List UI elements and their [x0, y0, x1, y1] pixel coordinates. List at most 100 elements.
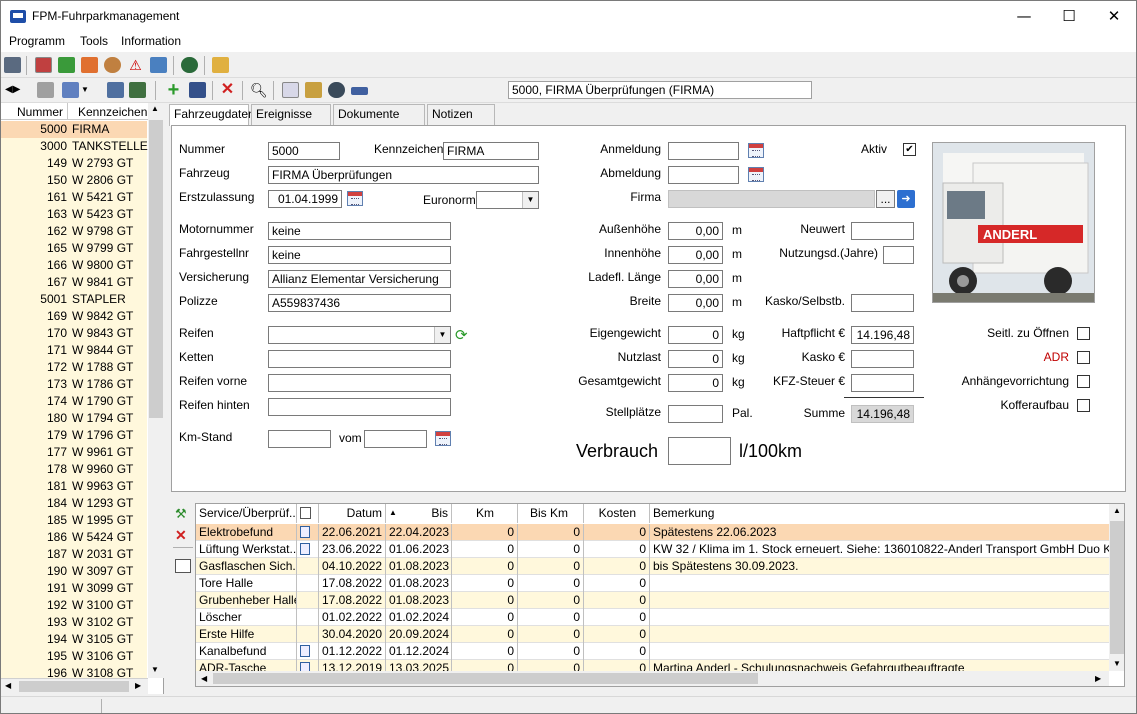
filter-dropdown-icon[interactable]: ▼	[81, 82, 98, 98]
list-item[interactable]: 170 W 9843 GT	[1, 325, 147, 342]
scroll-up-icon[interactable]: ▲	[1113, 506, 1121, 515]
list-item[interactable]: 165 W 9799 GT	[1, 240, 147, 257]
cell-doc[interactable]	[297, 592, 319, 609]
refresh-icon[interactable]: ⟳	[455, 327, 468, 343]
scroll-right-icon[interactable]: ▶	[1095, 674, 1101, 683]
calendar-icon[interactable]	[435, 431, 451, 446]
scroll-thumb[interactable]	[149, 120, 163, 418]
versicherung-field[interactable]: Allianz Elementar Versicherung	[268, 270, 451, 288]
copy-service-icon[interactable]	[175, 559, 191, 573]
scroll-thumb[interactable]	[1110, 521, 1124, 654]
verbrauch-field[interactable]	[668, 437, 731, 465]
cell-doc[interactable]	[297, 558, 319, 575]
list-item[interactable]: 185 W 1995 GT	[1, 512, 147, 529]
list-item[interactable]: 186 W 5424 GT	[1, 529, 147, 546]
table-row[interactable]: Elektrobefund 22.06.2021 22.04.2023 0 0 0 Spät…	[196, 524, 1109, 541]
nummer-field[interactable]: 5000	[268, 142, 340, 160]
gesamtgewicht-field[interactable]: 0	[668, 374, 723, 392]
menu-information[interactable]: Information	[121, 34, 181, 48]
list-item[interactable]: 194 W 3105 GT	[1, 631, 147, 648]
chart-icon[interactable]	[150, 57, 167, 73]
wheel-icon[interactable]	[328, 82, 345, 98]
col-km[interactable]: Km	[452, 504, 518, 523]
scroll-down-icon[interactable]: ▼	[151, 665, 159, 674]
search-icon[interactable]: 🔍︎	[250, 82, 268, 98]
document-icon[interactable]	[282, 82, 299, 98]
list-item[interactable]: 149 W 2793 GT	[1, 155, 147, 172]
list-item[interactable]: 192 W 3100 GT	[1, 597, 147, 614]
export-icon[interactable]	[129, 82, 146, 98]
hscroll-thumb[interactable]	[213, 673, 758, 684]
cell-doc[interactable]	[297, 541, 319, 558]
list-item[interactable]: 162 W 9798 GT	[1, 223, 147, 240]
globe-icon[interactable]	[181, 57, 198, 73]
menu-tools[interactable]: Tools	[80, 34, 108, 48]
scroll-down-icon[interactable]: ▼	[1113, 659, 1121, 668]
calendar-icon[interactable]	[347, 191, 363, 206]
col-doc[interactable]	[297, 504, 319, 523]
list-item[interactable]: 193 W 3102 GT	[1, 614, 147, 631]
col-bemerkung[interactable]: Bemerkung	[650, 504, 1109, 523]
kasko-selbstbehalt-field[interactable]	[851, 294, 914, 312]
nutzlast-field[interactable]: 0	[668, 350, 723, 368]
title-bar[interactable]: FPM-Fuhrparkmanagement — ☐ ✕	[1, 1, 1136, 32]
erstzulassung-field[interactable]: 01.04.1999	[268, 190, 342, 208]
kfz-steuer-field[interactable]	[851, 374, 914, 392]
filter-vehicle-icon[interactable]	[37, 82, 54, 98]
table-row[interactable]: Löscher 01.02.2022 01.02.2024 0 0 0	[196, 609, 1109, 626]
chevron-down-icon[interactable]: ▼	[522, 192, 538, 208]
list-item[interactable]: 179 W 1796 GT	[1, 427, 147, 444]
col-bis[interactable]: ▲ Bis	[386, 504, 452, 523]
list-item[interactable]: 181 W 9963 GT	[1, 478, 147, 495]
kofferaufbau-checkbox[interactable]	[1077, 399, 1090, 412]
table-row[interactable]: Lüftung Werkstat... 23.06.2022 01.06.2023 0…	[196, 541, 1109, 558]
euronorm-select[interactable]: ▼	[476, 191, 539, 209]
col-datum[interactable]: Datum	[319, 504, 386, 523]
reifen-select[interactable]: ▼	[268, 326, 451, 344]
minimize-button[interactable]: —	[1001, 1, 1047, 32]
warning-icon[interactable]: ⚠	[127, 57, 144, 73]
table-icon[interactable]	[58, 57, 75, 73]
hscroll-thumb[interactable]	[19, 681, 129, 692]
cell-doc[interactable]	[297, 524, 319, 541]
nutzungsdauer-field[interactable]	[883, 246, 914, 264]
fahrzeug-field[interactable]: FIRMA Überprüfungen	[268, 166, 539, 184]
list-item[interactable]: 180 W 1794 GT	[1, 410, 147, 427]
abmeldung-field[interactable]	[668, 166, 739, 184]
list-item[interactable]: 190 W 3097 GT	[1, 563, 147, 580]
col-kosten[interactable]: Kosten	[584, 504, 650, 523]
remove-service-icon[interactable]: ✕	[175, 528, 191, 542]
kasko-field[interactable]	[851, 350, 914, 368]
col-service[interactable]: Service/Überprüf...	[196, 504, 297, 523]
adr-checkbox[interactable]	[1077, 351, 1090, 364]
grid-vertical-scrollbar[interactable]: ▲ ▼	[1109, 504, 1124, 671]
arrow-right-icon[interactable]: ➜	[897, 190, 915, 208]
table-row[interactable]: Grubenheber Halle 17.08.2022 01.08.2023 0 0 0	[196, 592, 1109, 609]
list-vertical-scrollbar[interactable]: ▲ ▼	[148, 103, 164, 678]
cell-doc[interactable]	[297, 643, 319, 660]
fleet-icon[interactable]	[4, 57, 21, 73]
table-row[interactable]: Kanalbefund 01.12.2022 01.12.2024 0 0 0	[196, 643, 1109, 660]
current-record-field[interactable]: 5000, FIRMA Überprüfungen (FIRMA)	[508, 81, 812, 99]
kennzeichen-field[interactable]: FIRMA	[443, 142, 539, 160]
cell-doc[interactable]	[297, 626, 319, 643]
tab-dokumente[interactable]: Dokumente (175)	[333, 104, 425, 140]
innenhoehe-field[interactable]: 0,00	[668, 246, 723, 264]
list-item[interactable]: 167 W 9841 GT	[1, 274, 147, 291]
save-icon[interactable]	[189, 82, 206, 98]
delete-icon[interactable]: ✕	[219, 82, 236, 98]
maximize-button[interactable]: ☐	[1046, 1, 1092, 32]
scroll-left-icon[interactable]: ◀	[201, 674, 207, 683]
anmeldung-field[interactable]	[668, 142, 739, 160]
vom-field[interactable]	[364, 430, 427, 448]
neuwert-field[interactable]	[851, 222, 914, 240]
scroll-right-icon[interactable]: ▶	[135, 681, 141, 690]
list-item[interactable]: 174 W 1790 GT	[1, 393, 147, 410]
list-item[interactable]: 150 W 2806 GT	[1, 172, 147, 189]
list-item[interactable]: 171 W 9844 GT	[1, 342, 147, 359]
card-icon[interactable]	[351, 87, 368, 95]
list-item[interactable]: 163 W 5423 GT	[1, 206, 147, 223]
report-icon[interactable]	[305, 82, 322, 98]
list-item[interactable]: 169 W 9842 GT	[1, 308, 147, 325]
aussenhoehe-field[interactable]: 0,00	[668, 222, 723, 240]
